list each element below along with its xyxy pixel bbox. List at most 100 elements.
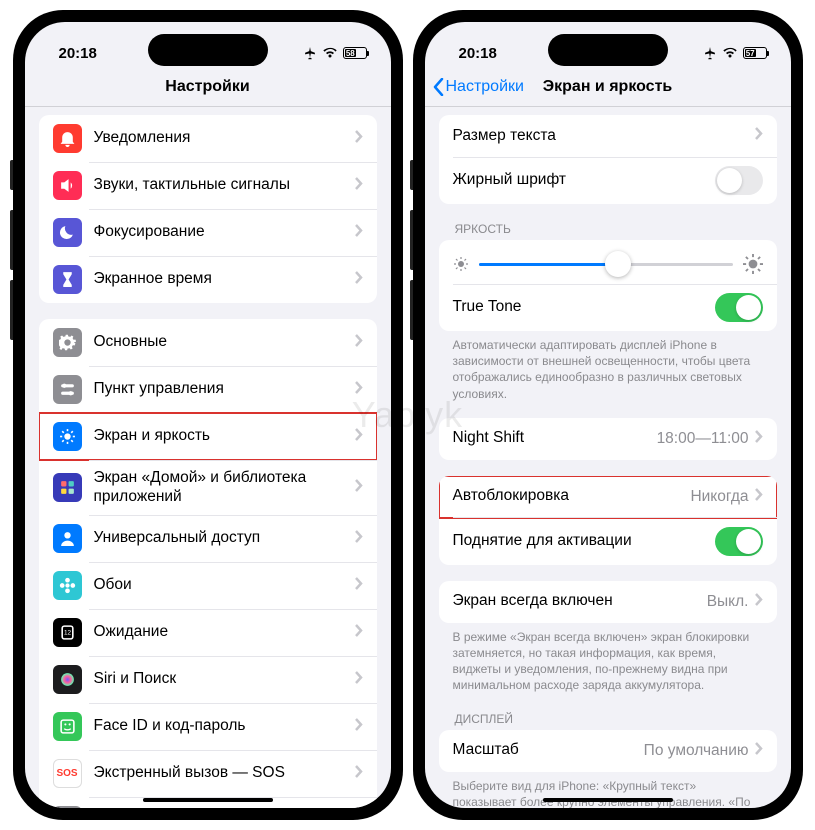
brightness-slider[interactable] (479, 263, 733, 266)
row-label: Жирный шрифт (453, 171, 715, 190)
status-time: 20:18 (459, 45, 497, 62)
settings-list[interactable]: Уведомления Звуки, тактильные сигналы Фоку… (25, 107, 391, 808)
dynamic-island (548, 34, 668, 66)
switches-icon (53, 375, 82, 404)
row-label: Уведомления (94, 129, 355, 148)
zoom-row[interactable]: Масштаб По умолчанию (439, 730, 777, 772)
moon-icon (53, 218, 82, 247)
settings-row[interactable]: Face ID и код-пароль (39, 703, 377, 750)
row-value: 18:00—11:00 (657, 430, 749, 448)
wifi-icon (722, 47, 738, 59)
settings-row[interactable]: Обои (39, 562, 377, 609)
page-title: Настройки (37, 78, 379, 96)
night-shift-row[interactable]: Night Shift 18:00—11:00 (439, 418, 777, 460)
sos-icon: SOS (53, 759, 82, 788)
back-label: Настройки (446, 78, 524, 96)
settings-row[interactable]: Экран и яркость (39, 413, 377, 460)
settings-row[interactable]: SOS Экстренный вызов — SOS (39, 750, 377, 797)
zoom-footer: Выберите вид для iPhone: «Крупный текст»… (453, 778, 763, 809)
raise-to-wake-row: Поднятие для активации (439, 518, 777, 565)
row-label: Универсальный доступ (94, 529, 355, 548)
sun-icon (53, 422, 82, 451)
nav-bar: Настройки Экран и яркость (425, 70, 791, 107)
battery-icon: 58 (343, 47, 367, 59)
raise-wake-toggle[interactable] (715, 527, 763, 556)
text-size-row[interactable]: Размер текста (439, 115, 777, 157)
row-label: True Tone (453, 298, 715, 317)
chevron-right-icon (355, 577, 363, 595)
back-button[interactable]: Настройки (433, 78, 524, 96)
chevron-right-icon (755, 488, 763, 506)
bell-icon (53, 124, 82, 153)
row-value: Никогда (690, 488, 748, 506)
row-label: Siri и Поиск (94, 670, 355, 689)
row-label: Экстренный вызов — SOS (94, 764, 355, 783)
settings-row[interactable]: Siri и Поиск (39, 656, 377, 703)
row-label: Обои (94, 576, 355, 595)
dynamic-island (148, 34, 268, 66)
settings-row[interactable]: 12 Ожидание (39, 609, 377, 656)
settings-row[interactable]: Звуки, тактильные сигналы (39, 162, 377, 209)
brightness-slider-row (439, 240, 777, 284)
svg-text:12: 12 (63, 630, 71, 637)
speaker-icon (53, 171, 82, 200)
row-label: Экран «Домой» и библиотека приложений (94, 469, 355, 506)
nav-bar: Настройки (25, 70, 391, 107)
row-value: По умолчанию (644, 742, 749, 760)
chevron-right-icon (355, 530, 363, 548)
true-tone-footer: Автоматически адаптировать дисплей iPhon… (453, 337, 763, 402)
display-header: ДИСПЛЕЙ (455, 712, 761, 726)
hourglass-icon (53, 265, 82, 294)
row-label: Face ID и код-пароль (94, 717, 355, 736)
chevron-right-icon (355, 381, 363, 399)
siri-icon (53, 665, 82, 694)
true-tone-toggle[interactable] (715, 293, 763, 322)
chevron-right-icon (755, 742, 763, 760)
wifi-icon (322, 47, 338, 59)
row-label: Размер текста (453, 127, 755, 146)
home-indicator[interactable] (543, 798, 673, 802)
battery-icon: 57 (743, 47, 767, 59)
sun-large-icon (743, 254, 763, 274)
brightness-header: ЯРКОСТЬ (455, 222, 761, 236)
row-label: Пункт управления (94, 380, 355, 399)
standby-icon: 12 (53, 618, 82, 647)
settings-row[interactable]: Фокусирование (39, 209, 377, 256)
chevron-right-icon (355, 130, 363, 148)
row-label: Поднятие для активации (453, 532, 715, 551)
settings-row[interactable]: Уведомления (39, 115, 377, 162)
settings-row[interactable]: Экранное время (39, 256, 377, 303)
home-indicator[interactable] (143, 798, 273, 802)
row-label: Ожидание (94, 623, 355, 642)
chevron-right-icon (355, 177, 363, 195)
settings-row[interactable]: Основные (39, 319, 377, 366)
airplane-icon (303, 47, 317, 60)
bold-text-toggle[interactable] (715, 166, 763, 195)
chevron-right-icon (755, 430, 763, 448)
chevron-right-icon (355, 428, 363, 446)
row-label: Основные (94, 333, 355, 352)
true-tone-row: True Tone (439, 284, 777, 331)
settings-row[interactable]: Универсальный доступ (39, 515, 377, 562)
row-label: Масштаб (453, 741, 644, 760)
always-on-footer: В режиме «Экран всегда включен» экран бл… (453, 629, 763, 694)
chevron-right-icon (355, 334, 363, 352)
settings-row[interactable]: Экран «Домой» и библиотека приложений (39, 460, 377, 515)
display-settings[interactable]: Размер текста Жирный шрифт ЯРКОСТЬ (425, 107, 791, 808)
row-label: Экран и яркость (94, 427, 355, 446)
chevron-right-icon (355, 271, 363, 289)
settings-row[interactable]: Пункт управления (39, 366, 377, 413)
flower-icon (53, 571, 82, 600)
faceid-icon (53, 712, 82, 741)
airplane-icon (703, 47, 717, 60)
sun-small-icon (453, 256, 469, 272)
person-icon (53, 524, 82, 553)
always-on-row[interactable]: Экран всегда включен Выкл. (439, 581, 777, 623)
row-label: Экран всегда включен (453, 592, 707, 611)
row-label: Night Shift (453, 429, 657, 448)
row-label: Фокусирование (94, 223, 355, 242)
gear-icon (53, 328, 82, 357)
chevron-right-icon (355, 718, 363, 736)
chevron-right-icon (755, 593, 763, 611)
auto-lock-row[interactable]: Автоблокировка Никогда (439, 476, 777, 518)
